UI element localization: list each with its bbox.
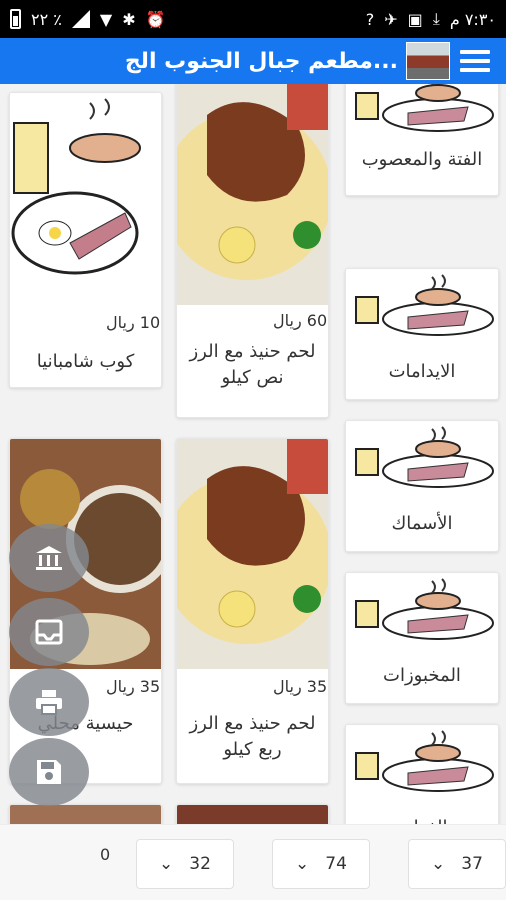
- bank-fab[interactable]: [9, 524, 89, 592]
- product-price: 35 ريال: [273, 677, 328, 696]
- restaurant-logo: [406, 42, 450, 80]
- print-icon: [36, 690, 62, 715]
- category-item[interactable]: الفوا...: [345, 724, 499, 824]
- category-label: الفتة والمعصوب: [361, 149, 483, 170]
- pager-value: 74: [325, 854, 347, 874]
- food-plate-icon: [355, 426, 494, 488]
- meat-rice-photo: [177, 84, 328, 305]
- product-card[interactable]: [9, 804, 162, 824]
- chevron-down-icon: ⌄: [159, 854, 174, 874]
- meat-rice-photo: [177, 439, 328, 669]
- product-card[interactable]: 10 ريال كوب شامبانيا: [9, 92, 162, 388]
- product-price: 60 ريال: [273, 311, 328, 330]
- product-name: كوب شامبانيا: [36, 351, 135, 372]
- inbox-icon: [35, 619, 63, 645]
- product-name: لحم حنيذ مع الرز نص كيلو: [189, 341, 316, 389]
- category-label: الفوا...: [346, 815, 498, 824]
- image-icon: ▣: [407, 9, 423, 29]
- notification-icon: ✈: [384, 9, 398, 29]
- food-plate-icon: [355, 578, 494, 640]
- save-icon: [37, 760, 61, 784]
- product-price: 10 ريال: [106, 313, 161, 332]
- clock-time: ٧:٣٠ م: [449, 9, 496, 29]
- product-card[interactable]: [176, 804, 329, 824]
- no-sim-icon: ?: [365, 9, 375, 29]
- inbox-fab[interactable]: [9, 598, 89, 666]
- product-name: لحم حنيذ مع الرز ربع كيلو: [189, 713, 316, 761]
- category-label: الايدامات: [388, 361, 456, 382]
- bottom-bar: 0 ⌄ 32 ⌄ 74 ⌄ 37: [0, 824, 506, 900]
- product-card[interactable]: 60 ريال لحم حنيذ مع الرز نص كيلو: [176, 84, 329, 418]
- save-fab[interactable]: [9, 738, 89, 806]
- category-label: المخبوزات: [383, 665, 461, 686]
- status-right: ? ✈ ▣ ⤓ ٧:٣٠ م: [366, 9, 496, 29]
- signal-icon: [71, 10, 90, 28]
- bluetooth-icon: ✱: [122, 9, 136, 29]
- category-item[interactable]: الفتة والمعصوب: [345, 84, 499, 196]
- app-bar: مطعم جبال الجنوب الج...: [0, 38, 506, 84]
- print-fab[interactable]: [9, 668, 89, 736]
- category-item[interactable]: المخبوزات: [345, 572, 499, 704]
- wifi-icon: ▼: [99, 9, 113, 29]
- chevron-down-icon: ⌄: [431, 854, 446, 874]
- status-bar: ٢٢ ٪ ▼ ✱ ⏰ ? ✈ ▣ ⤓ ٧:٣٠ م: [0, 0, 506, 38]
- app-title: مطعم جبال الجنوب الج...: [124, 48, 398, 74]
- food-plate-icon: [355, 730, 494, 792]
- cart-counter: 0: [100, 845, 111, 864]
- hamburger-icon[interactable]: [460, 50, 490, 72]
- category-label: الأسماك: [391, 513, 453, 534]
- status-left: ٢٢ ٪ ▼ ✱ ⏰: [10, 9, 166, 29]
- chevron-down-icon: ⌄: [295, 854, 310, 874]
- product-card[interactable]: 35 ريال لحم حنيذ مع الرز ربع كيلو: [176, 438, 329, 784]
- alarm-icon: ⏰: [145, 9, 166, 29]
- pager-dropdown[interactable]: ⌄ 37: [408, 839, 506, 889]
- category-item[interactable]: الأسماك: [345, 420, 499, 552]
- pager-value: 32: [189, 854, 211, 874]
- pager-dropdown[interactable]: ⌄ 32: [136, 839, 234, 889]
- battery-icon: [10, 9, 21, 29]
- battery-level: ٢٢ ٪: [31, 9, 62, 29]
- pager-value: 37: [461, 854, 483, 874]
- bank-icon: [36, 546, 62, 570]
- food-plate-icon: [355, 84, 494, 132]
- menu-content: الفتة والمعصوب الايدامات الأسماك المخبوز…: [0, 84, 506, 824]
- download-icon: ⤓: [432, 9, 440, 28]
- food-plate-icon: [355, 274, 494, 336]
- category-item[interactable]: الايدامات: [345, 268, 499, 400]
- breakfast-illustration: [10, 93, 161, 305]
- pager-dropdown[interactable]: ⌄ 74: [272, 839, 370, 889]
